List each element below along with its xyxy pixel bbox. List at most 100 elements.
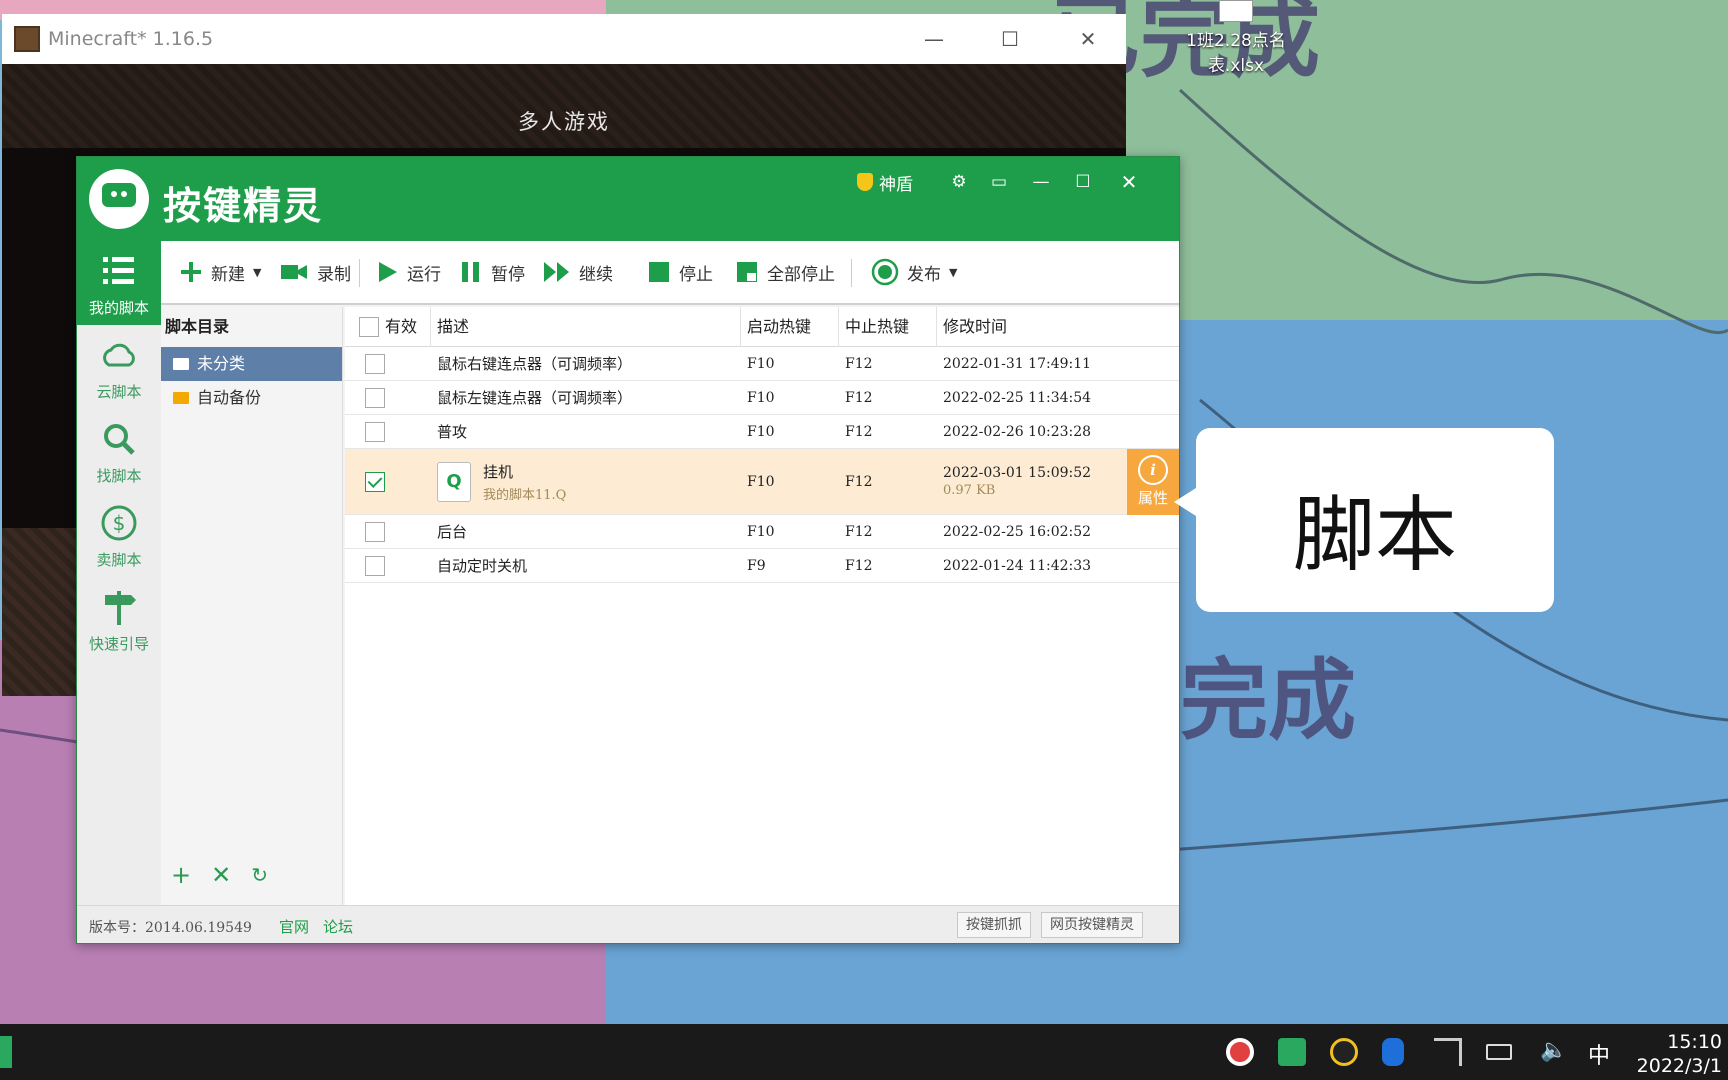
battery-icon[interactable] xyxy=(1486,1044,1512,1060)
skin-icon[interactable]: ▭ xyxy=(983,167,1015,197)
minecraft-title: Minecraft* 1.16.5 xyxy=(48,28,214,50)
stop-button[interactable]: 停止 xyxy=(647,255,713,289)
stop-label: 停止 xyxy=(679,264,713,285)
dir-item-auto-backup[interactable]: 自动备份 xyxy=(161,381,342,415)
col-description[interactable]: 描述 xyxy=(431,306,741,347)
record-label: 录制 xyxy=(317,264,351,285)
minimize-icon[interactable]: — xyxy=(1025,167,1057,197)
minimize-button[interactable]: — xyxy=(896,14,972,64)
pause-button[interactable]: 暂停 xyxy=(459,255,525,289)
row-time: 2022-02-26 10:23:28 xyxy=(943,423,1092,440)
row-size: 0.97 KB xyxy=(943,483,996,498)
shield-label: 神盾 xyxy=(879,174,913,195)
row-checkbox[interactable] xyxy=(365,521,385,542)
wallpaper-text-bottom: 完成 xyxy=(1180,648,1357,752)
table-row[interactable]: 普攻 F10 F12 2022-02-26 10:23:28 xyxy=(345,415,1179,449)
gear-icon[interactable]: ⚙ xyxy=(943,167,975,197)
minecraft-menu-title: 多人游戏 xyxy=(2,64,1126,148)
script-directory: 脚本目录 未分类 自动备份 + ✕ ↻ xyxy=(161,307,343,905)
table-row[interactable]: 鼠标左键连点器（可调频率） F10 F12 2022-02-25 11:34:5… xyxy=(345,381,1179,415)
nav-my-scripts[interactable]: 我的脚本 xyxy=(77,241,161,325)
script-file-icon: Q xyxy=(437,461,471,502)
stop-all-button[interactable]: 全部停止 xyxy=(735,255,835,289)
directory-title: 脚本目录 xyxy=(165,317,230,336)
shield-button[interactable]: 神盾 xyxy=(847,167,923,197)
row-start-key: F10 xyxy=(747,355,775,372)
row-checkbox[interactable] xyxy=(365,421,385,442)
row-start-key: F10 xyxy=(747,523,775,540)
bluetooth-icon[interactable] xyxy=(1382,1038,1404,1066)
table-row-selected[interactable]: Q 挂机 我的脚本11.Q F10 F12 2022-03-01 15:09:5… xyxy=(345,449,1179,515)
properties-button[interactable]: i 属性 xyxy=(1127,449,1179,515)
row-time: 2022-02-25 11:34:54 xyxy=(943,389,1092,406)
desktop-file-xlsx[interactable]: 1班2.28点名表.xlsx xyxy=(1176,0,1296,76)
web-anjian-button[interactable]: 网页按键精灵 xyxy=(1041,912,1143,938)
plus-icon xyxy=(181,262,201,282)
select-all-checkbox[interactable] xyxy=(359,316,379,337)
stop-all-label: 全部停止 xyxy=(767,264,835,285)
close-button[interactable]: ✕ xyxy=(1050,14,1126,64)
row-checkbox[interactable] xyxy=(365,555,385,576)
resume-label: 继续 xyxy=(579,264,613,285)
maximize-icon[interactable]: ☐ xyxy=(1067,167,1099,197)
row-checkbox[interactable] xyxy=(365,387,385,408)
chevron-down-icon: ▼ xyxy=(253,265,262,279)
row-stop-key: F12 xyxy=(845,423,873,440)
new-button[interactable]: 新建 ▼ xyxy=(179,255,261,289)
row-checkbox-checked[interactable] xyxy=(365,471,385,492)
record-tray-icon[interactable] xyxy=(1226,1038,1254,1066)
nav-label: 卖脚本 xyxy=(96,551,142,569)
run-label: 运行 xyxy=(407,264,441,285)
app-taskbar-icon[interactable] xyxy=(0,1036,12,1068)
refresh-icon[interactable]: ↻ xyxy=(251,863,268,887)
table-row[interactable]: 后台 F10 F12 2022-02-25 16:02:52 xyxy=(345,515,1179,549)
wifi-icon[interactable] xyxy=(1434,1038,1462,1066)
volume-icon[interactable]: 🔈 xyxy=(1540,1038,1567,1063)
clock-date: 2022/3/1 xyxy=(1636,1055,1722,1077)
table-row[interactable]: 鼠标右键连点器（可调频率） F10 F12 2022-01-31 17:49:1… xyxy=(345,347,1179,381)
col-label: 有效 xyxy=(385,316,418,336)
forum-link[interactable]: 论坛 xyxy=(323,916,353,937)
row-desc: 挂机 xyxy=(483,462,514,481)
col-stop-hotkey[interactable]: 中止热键 xyxy=(839,306,937,347)
table-header: 有效 描述 启动热键 中止热键 修改时间 xyxy=(345,306,1179,347)
nav-quick-guide[interactable]: 快速引导 xyxy=(77,577,161,661)
row-checkbox[interactable] xyxy=(365,353,385,374)
folder-icon xyxy=(173,358,189,370)
camera-icon xyxy=(281,265,307,279)
key-capture-button[interactable]: 按键抓抓 xyxy=(957,912,1031,938)
close-icon[interactable]: ✕ xyxy=(1113,167,1145,197)
official-site-link[interactable]: 官网 xyxy=(279,916,309,937)
clock[interactable]: 15:10 2022/3/1 xyxy=(1637,1030,1722,1078)
search-icon xyxy=(104,424,135,455)
nav-cloud-scripts[interactable]: 云脚本 xyxy=(77,325,161,409)
publish-button[interactable]: 发布 ▼ xyxy=(871,255,957,289)
callout-text: 脚本 xyxy=(1292,488,1457,583)
ime-indicator[interactable]: 中 xyxy=(1588,1038,1610,1070)
col-enabled[interactable]: 有效 xyxy=(345,306,431,347)
col-start-hotkey[interactable]: 启动热键 xyxy=(741,306,839,347)
nav-label: 我的脚本 xyxy=(88,299,149,317)
record-button[interactable]: 录制 xyxy=(279,255,351,289)
app-header: 按键精灵 神盾 ⚙ ▭ — ☐ ✕ xyxy=(77,157,1179,241)
nav-find-scripts[interactable]: 找脚本 xyxy=(77,409,161,493)
resume-button[interactable]: 继续 xyxy=(543,255,613,289)
robot-logo-icon xyxy=(89,169,149,229)
dir-item-uncategorized[interactable]: 未分类 xyxy=(161,347,342,381)
table-row[interactable]: 自动定时关机 F9 F12 2022-01-24 11:42:33 xyxy=(345,549,1179,583)
qq-tray-icon[interactable] xyxy=(1330,1038,1358,1066)
svg-text:$: $ xyxy=(113,511,126,535)
pause-icon xyxy=(462,262,479,282)
row-time: 2022-01-31 17:49:11 xyxy=(943,355,1092,372)
left-nav: 我的脚本 云脚本 找脚本 $ 卖脚本 快速引导 xyxy=(77,241,161,905)
maximize-button[interactable]: ☐ xyxy=(972,14,1048,64)
nav-label: 找脚本 xyxy=(96,467,142,485)
shield-icon xyxy=(857,173,873,191)
nav-sell-scripts[interactable]: $ 卖脚本 xyxy=(77,493,161,577)
delete-folder-icon[interactable]: ✕ xyxy=(211,861,231,889)
add-folder-icon[interactable]: + xyxy=(171,861,191,889)
anjian-tray-icon[interactable] xyxy=(1278,1038,1306,1066)
app-name: 按键精灵 xyxy=(163,184,324,228)
run-button[interactable]: 运行 xyxy=(375,255,441,289)
col-modified[interactable]: 修改时间 xyxy=(937,307,1179,347)
